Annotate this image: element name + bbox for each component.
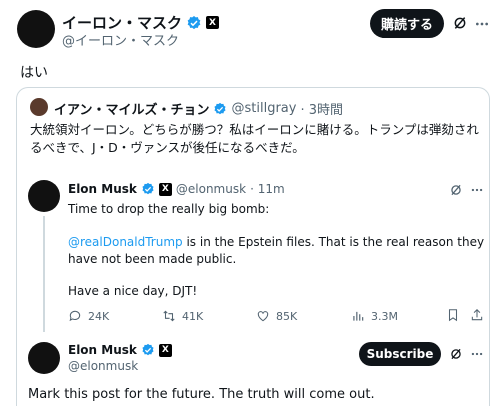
like-count: 85K <box>276 309 298 323</box>
reply-button[interactable]: 24K <box>68 309 109 323</box>
more-icon[interactable] <box>470 183 484 197</box>
reply-count: 24K <box>88 309 110 323</box>
verified-icon <box>214 102 227 114</box>
views-count: 3.3M <box>371 309 398 323</box>
subscribe-button[interactable]: Subscribe <box>359 342 441 366</box>
quoted-header: イアン・マイルズ・チョン @stillgray · 3時間 <box>54 99 343 118</box>
bottom-avatar[interactable] <box>28 342 60 374</box>
quoted-author-name[interactable]: イアン・マイルズ・チョン <box>54 99 209 118</box>
mention-link[interactable]: @realDonaldTrump <box>68 235 183 249</box>
bottom-post-text: Mark this post for the future. The truth… <box>28 387 375 402</box>
bookmark-icon[interactable] <box>446 308 460 322</box>
quoted-text: 大統領対イーロン。どちらが勝つ？私はイーロンに賭ける。トランプは弾劾されるべきで… <box>30 122 479 155</box>
quoted-handle[interactable]: @stillgray <box>231 101 296 116</box>
bottom-handle[interactable]: @elonmusk <box>68 359 138 373</box>
quoted-avatar[interactable] <box>30 98 48 116</box>
nested-author-name[interactable]: Elon Musk <box>68 182 137 196</box>
more-icon[interactable] <box>474 16 490 32</box>
repost-count: 41K <box>182 309 204 323</box>
nested-avatar[interactable] <box>28 180 60 212</box>
views-icon <box>353 311 364 321</box>
nested-handle[interactable]: @elonmusk <box>176 182 246 196</box>
verified-icon <box>187 15 201 29</box>
reply-icon <box>69 310 81 322</box>
verified-icon <box>142 182 154 195</box>
share-icon[interactable] <box>470 308 484 322</box>
nested-header: Elon Musk X @elonmusk · 11m <box>68 182 285 196</box>
post-text: はい <box>20 65 48 81</box>
heart-icon <box>257 311 269 322</box>
grok-icon[interactable] <box>452 15 468 31</box>
subscribe-button[interactable]: 購読する <box>370 9 444 38</box>
nested-line3: Have a nice day, DJT! <box>68 284 198 298</box>
x-affiliate-icon: X <box>158 343 172 357</box>
grok-icon[interactable] <box>449 183 463 197</box>
more-icon[interactable] <box>470 347 484 361</box>
bottom-author-name[interactable]: Elon Musk <box>68 343 137 357</box>
grok-icon[interactable] <box>449 347 463 361</box>
nested-time[interactable]: · 11m <box>250 182 285 196</box>
avatar[interactable] <box>17 10 55 48</box>
author-handle[interactable]: @イーロン・マスク <box>62 30 179 49</box>
verified-icon <box>142 343 154 356</box>
like-button[interactable]: 85K <box>256 309 297 323</box>
quoted-time[interactable]: · 3時間 <box>300 99 343 118</box>
x-affiliate-icon: X <box>206 16 220 29</box>
repost-icon <box>163 310 175 322</box>
nested-line2: @realDonaldTrump is in the Epstein files… <box>68 234 486 268</box>
repost-button[interactable]: 41K <box>162 309 203 323</box>
x-affiliate-icon: X <box>158 182 172 196</box>
nested-line1: Time to drop the really big bomb: <box>68 202 270 216</box>
views-button[interactable]: 3.3M <box>351 309 398 323</box>
thread-line <box>43 216 45 332</box>
bottom-header: Elon Musk X <box>68 343 172 357</box>
